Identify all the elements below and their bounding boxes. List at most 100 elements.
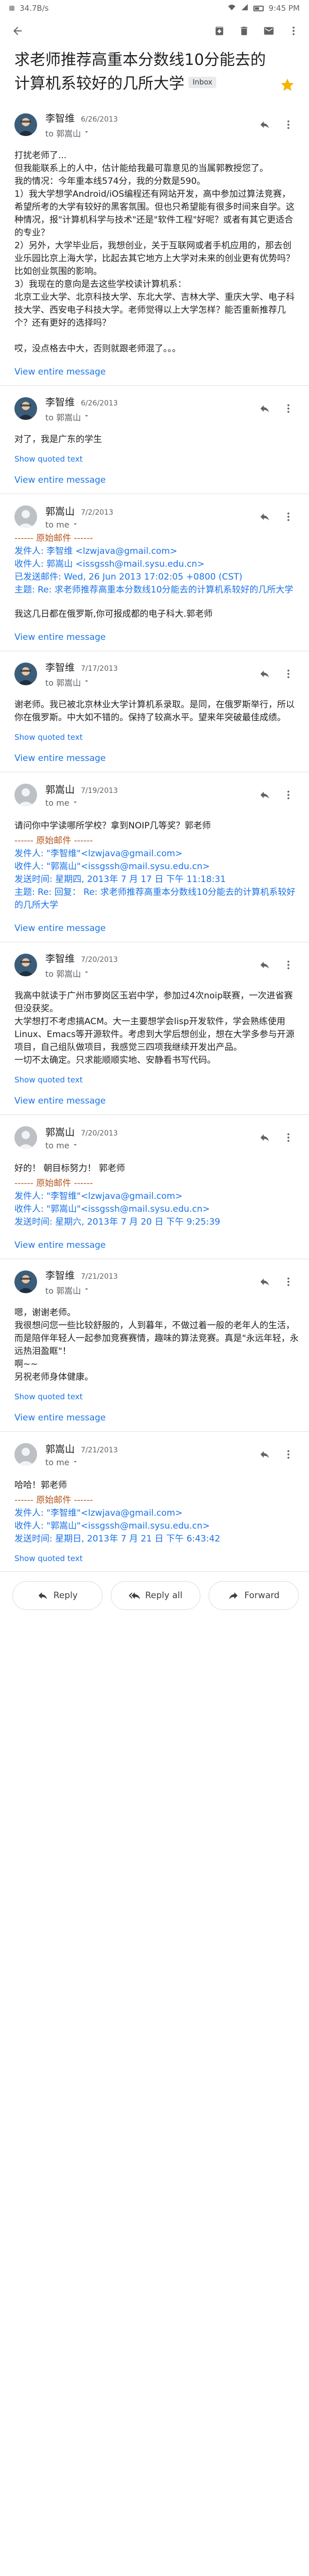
show-quoted-text-link[interactable]: Show quoted text — [14, 733, 299, 742]
message-body: 我高中就读于广州市萝岗区玉岩中学，参加过4次noip联赛，一次进省赛但没获奖。 … — [14, 991, 295, 1065]
more-vert-icon[interactable] — [278, 1272, 299, 1292]
more-vert-icon[interactable] — [278, 1127, 299, 1148]
reply-icon[interactable] — [254, 955, 275, 975]
reply-all-icon — [128, 1592, 140, 1600]
more-vert-icon[interactable] — [278, 114, 299, 135]
more-options-button[interactable] — [283, 21, 304, 41]
reply-icon[interactable] — [254, 1444, 275, 1465]
quoted-from-email[interactable]: lzwjava@gmail.com — [88, 849, 175, 859]
quoted-to-email[interactable]: issgssh@mail.sysu.edu.cn — [88, 1204, 202, 1214]
recipient-line[interactable]: to 郭嵩山 — [45, 1284, 254, 1296]
message-header[interactable]: 郭嵩山 7/20/2013 to me — [14, 1124, 299, 1151]
message-body: 哈哈！郭老师 — [14, 1480, 67, 1490]
chevron-down-icon — [72, 520, 79, 530]
recipient-line[interactable]: to 郭嵩山 — [45, 967, 254, 979]
recipient-line[interactable]: to 郭嵩山 — [45, 127, 254, 139]
avatar[interactable] — [14, 1270, 37, 1293]
more-vert-icon[interactable] — [278, 664, 299, 684]
quoted-to-email[interactable]: issgssh@mail.sysu.edu.cn — [88, 861, 202, 872]
inbox-label-chip[interactable]: Inbox — [188, 76, 217, 88]
view-entire-message-link[interactable]: View entire message — [14, 632, 299, 642]
view-entire-message-link[interactable]: View entire message — [14, 1096, 299, 1106]
message-actions — [254, 1444, 299, 1465]
more-vert-icon[interactable] — [278, 955, 299, 975]
mark-unread-button[interactable] — [259, 21, 279, 41]
message-actions — [254, 664, 299, 684]
quoted-to-label: 收件人: 郭嵩山 < — [14, 559, 83, 569]
message-actions — [254, 114, 299, 135]
view-entire-message-link[interactable]: View entire message — [14, 1240, 299, 1250]
recipient-line[interactable]: to me — [45, 798, 254, 808]
avatar[interactable] — [14, 784, 37, 806]
avatar[interactable] — [14, 113, 37, 136]
more-vert-icon[interactable] — [278, 785, 299, 805]
forward-button[interactable]: Forward — [209, 1581, 299, 1610]
status-bar: 34.7B/s 9:45 PM — [0, 0, 309, 16]
message-header[interactable]: 李智维 7/21/2013 to 郭嵩山 — [14, 1268, 299, 1296]
avatar[interactable] — [14, 397, 37, 420]
view-entire-message-link[interactable]: View entire message — [14, 923, 299, 934]
quoted-from-email[interactable]: lzwjava@gmail.com — [88, 1191, 175, 1201]
sender-name: 李智维 — [45, 953, 75, 964]
quoted-from-email[interactable]: lzwjava@gmail.com — [88, 1508, 175, 1518]
show-quoted-text-link[interactable]: Show quoted text — [14, 1392, 299, 1401]
view-entire-message-link[interactable]: View entire message — [14, 475, 299, 485]
reply-icon[interactable] — [254, 664, 275, 684]
back-button[interactable] — [7, 21, 28, 41]
quoted-to-line: 收件人: "郭嵩山"<issgssh@mail.sysu.edu.cn> — [14, 1203, 299, 1216]
show-quoted-text-link[interactable]: Show quoted text — [14, 1554, 299, 1563]
recipient-text: to me — [45, 1458, 70, 1467]
avatar[interactable] — [14, 663, 37, 685]
status-left: 34.7B/s — [9, 4, 49, 13]
archive-icon — [215, 26, 224, 36]
avatar[interactable] — [14, 1126, 37, 1149]
quoted-from-email[interactable]: lzwjava@gmail.com — [83, 546, 170, 556]
avatar[interactable] — [14, 954, 37, 976]
quoted-from-label: 发件人: "李智维"< — [14, 849, 89, 859]
message-header[interactable]: 李智维 6/26/2013 to 郭嵩山 — [14, 395, 299, 422]
reply-icon[interactable] — [254, 1272, 275, 1292]
reply-button[interactable]: Reply — [12, 1581, 102, 1610]
message-header[interactable]: 李智维 7/20/2013 to 郭嵩山 — [14, 952, 299, 979]
reply-icon[interactable] — [254, 114, 275, 135]
quoted-to-email[interactable]: issgssh@mail.sysu.edu.cn — [83, 559, 197, 569]
recipient-line[interactable]: to me — [45, 1141, 254, 1150]
more-vert-icon[interactable] — [278, 506, 299, 527]
message-header[interactable]: 李智维 7/17/2013 to 郭嵩山 — [14, 660, 299, 688]
recipient-line[interactable]: to me — [45, 520, 254, 530]
avatar[interactable] — [14, 1443, 37, 1466]
show-quoted-text-link[interactable]: Show quoted text — [14, 454, 299, 464]
recipient-text: to 郭嵩山 — [45, 1285, 81, 1296]
recipient-line[interactable]: to me — [45, 1458, 254, 1467]
reply-icon[interactable] — [254, 1127, 275, 1148]
message-header[interactable]: 郭嵩山 7/21/2013 to me — [14, 1441, 299, 1468]
quoted-to-close: > — [202, 1204, 210, 1214]
reply-icon[interactable] — [254, 785, 275, 805]
star-button[interactable] — [276, 48, 299, 93]
avatar[interactable] — [14, 505, 37, 528]
archive-button[interactable] — [209, 21, 230, 41]
more-vert-icon[interactable] — [278, 1444, 299, 1465]
recipient-line[interactable]: to 郭嵩山 — [45, 676, 254, 688]
view-entire-message-link[interactable]: View entire message — [14, 1413, 299, 1423]
message-date: 7/20/2013 — [81, 955, 118, 964]
delete-button[interactable] — [234, 21, 254, 41]
view-entire-message-link[interactable]: View entire message — [14, 753, 299, 764]
message-header[interactable]: 李智维 6/26/2013 to 郭嵩山 — [14, 111, 299, 139]
sender-name: 李智维 — [45, 662, 75, 673]
network-speed: 34.7B/s — [20, 4, 49, 13]
show-quoted-text-link[interactable]: Show quoted text — [14, 1075, 299, 1084]
message-header[interactable]: 郭嵩山 7/2/2013 to me — [14, 503, 299, 530]
bottom-actions: Reply Reply all Forward — [0, 1571, 309, 1620]
more-vert-icon[interactable] — [278, 398, 299, 419]
view-entire-message-link[interactable]: View entire message — [14, 367, 299, 377]
quoted-to-email[interactable]: issgssh@mail.sysu.edu.cn — [88, 1521, 202, 1531]
reply-all-button[interactable]: Reply all — [110, 1581, 201, 1610]
reply-icon[interactable] — [254, 398, 275, 419]
recipient-line[interactable]: to 郭嵩山 — [45, 411, 254, 423]
message-header[interactable]: 郭嵩山 7/19/2013 to me — [14, 782, 299, 808]
reply-icon[interactable] — [254, 506, 275, 527]
recipient-text: to me — [45, 798, 70, 808]
forward-label: Forward — [244, 1590, 280, 1601]
sender-block: 郭嵩山 7/19/2013 to me — [45, 782, 254, 808]
